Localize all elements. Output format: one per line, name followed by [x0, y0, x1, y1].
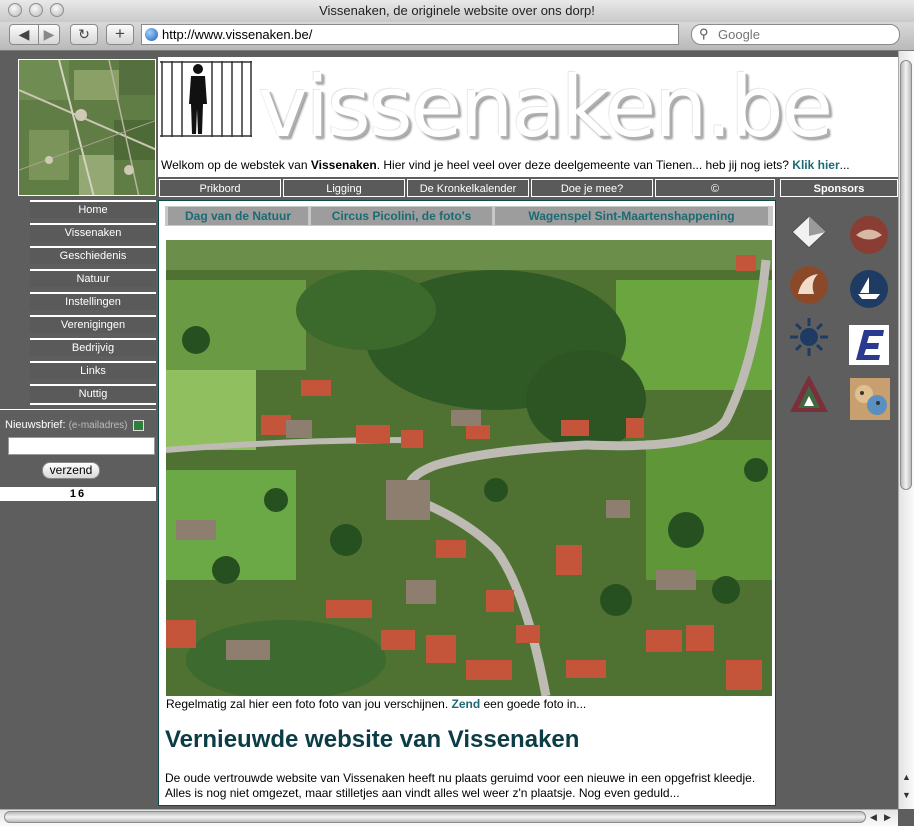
plus-icon: +: [115, 24, 125, 43]
featured-aerial-photo: [166, 240, 772, 696]
welcome-village: Vissenaken: [310, 158, 377, 172]
sidebar-item-geschiedenis[interactable]: Geschiedenis: [30, 246, 156, 264]
search-icon: ⚲: [699, 26, 709, 41]
site-logo-text: vissenaken.be: [258, 58, 833, 156]
address-bar[interactable]: [141, 24, 679, 45]
bird-logo-icon[interactable]: [788, 264, 830, 306]
sidebar-item-links[interactable]: Links: [30, 361, 156, 379]
photo-caption: Regelmatig zal hier een foto foto van jo…: [166, 697, 586, 711]
welcome-middle: . Hier vind je heel veel over deze deelg…: [376, 158, 793, 172]
scroll-up-arrow-icon[interactable]: ▲: [902, 772, 911, 782]
reload-button[interactable]: ↻: [70, 24, 98, 45]
faces-logo-icon[interactable]: [850, 378, 892, 420]
visitor-counter: 16: [0, 487, 156, 501]
back-button[interactable]: ◀: [9, 24, 39, 45]
nav-doe-je-mee[interactable]: Doe je mee?: [531, 179, 653, 197]
sidebar-item-bedrijvig[interactable]: Bedrijvig: [30, 338, 156, 356]
vertical-scroll-thumb[interactable]: [900, 60, 912, 490]
tab-circus-picolini[interactable]: Circus Picolini, de foto's: [311, 207, 492, 225]
sidebar-item-home[interactable]: Home: [30, 200, 156, 218]
newsletter-title: Nieuwsbrief:: [5, 419, 66, 431]
add-bookmark-button[interactable]: +: [106, 24, 134, 45]
welcome-text: Welkom op de webstek van Vissenaken. Hie…: [161, 158, 850, 172]
search-input[interactable]: [718, 26, 888, 43]
reload-icon: ↻: [78, 26, 90, 42]
letter-e-logo-icon[interactable]: [848, 324, 890, 366]
sidebar-item-vissenaken[interactable]: Vissenaken: [30, 223, 156, 241]
url-input[interactable]: [162, 26, 662, 43]
article-line-1: De oude vertrouwde website van Vissenake…: [165, 771, 756, 785]
newsletter-divider: [0, 409, 156, 410]
forward-button[interactable]: ▶: [38, 24, 60, 45]
welcome-suffix: ...: [839, 158, 850, 172]
circle-boat-logo-icon[interactable]: [848, 268, 890, 310]
article-title: Vernieuwde website van Vissenaken: [165, 726, 580, 753]
sidebar-divider: [30, 403, 156, 405]
search-bar[interactable]: ⚲: [691, 24, 900, 45]
sunburst-logo-icon[interactable]: [788, 316, 830, 358]
yin-yang-logo-icon[interactable]: [848, 214, 890, 256]
aerial-map-graphic: [19, 60, 155, 195]
village-aerial-photo: [166, 240, 772, 696]
scroll-left-arrow-icon[interactable]: ◀: [870, 812, 877, 823]
caption-suffix: een goede foto in...: [480, 697, 587, 711]
logo-fence-graphic: [160, 59, 252, 139]
forward-arrow-icon: ▶: [43, 26, 55, 42]
globe-icon: [145, 28, 158, 41]
scroll-right-arrow-icon[interactable]: ▶: [884, 812, 891, 823]
pyramid-logo-icon[interactable]: [788, 210, 830, 252]
caption-prefix: Regelmatig zal hier een foto foto van jo…: [166, 697, 452, 711]
sidebar-item-verenigingen[interactable]: Verenigingen: [30, 315, 156, 333]
sponsors-heading: Sponsors: [780, 179, 898, 197]
newsletter-email-input[interactable]: [8, 437, 155, 455]
send-photo-link[interactable]: Zend: [452, 697, 481, 711]
aerial-map-image: [18, 59, 156, 196]
man-silhouette-icon: [160, 61, 252, 137]
arrow-icon: [132, 419, 144, 431]
nav-ligging[interactable]: Ligging: [283, 179, 405, 197]
sidebar-item-instellingen[interactable]: Instellingen: [30, 292, 156, 310]
tab-dag-van-de-natuur[interactable]: Dag van de Natuur: [168, 207, 308, 225]
scroll-down-arrow-icon[interactable]: ▼: [902, 790, 911, 800]
article-line-2: Alles is nog niet omgezet, maar stilletj…: [165, 786, 680, 800]
triangle-logo-icon[interactable]: [788, 372, 830, 414]
window-title: Vissenaken, de originele website over on…: [319, 3, 595, 18]
newsletter-hint: (e-mailadres): [68, 420, 128, 431]
nav-kronkelkalender[interactable]: De Kronkelkalender: [407, 179, 529, 197]
nav-copyright[interactable]: ©: [655, 179, 775, 197]
tab-wagenspel[interactable]: Wagenspel Sint-Maartenshappening: [495, 207, 768, 225]
welcome-prefix: Welkom op de webstek van: [161, 158, 311, 172]
newsletter-submit-button[interactable]: verzend: [42, 462, 100, 479]
back-arrow-icon: ◀: [18, 26, 30, 42]
sidebar-item-nuttig[interactable]: Nuttig: [30, 384, 156, 402]
click-here-link[interactable]: Klik hier: [792, 158, 839, 172]
horizontal-scroll-thumb[interactable]: [4, 811, 866, 823]
newsletter-label: Nieuwsbrief: (e-mailadres): [5, 419, 144, 431]
nav-prikbord[interactable]: Prikbord: [159, 179, 281, 197]
sidebar-item-natuur[interactable]: Natuur: [30, 269, 156, 287]
